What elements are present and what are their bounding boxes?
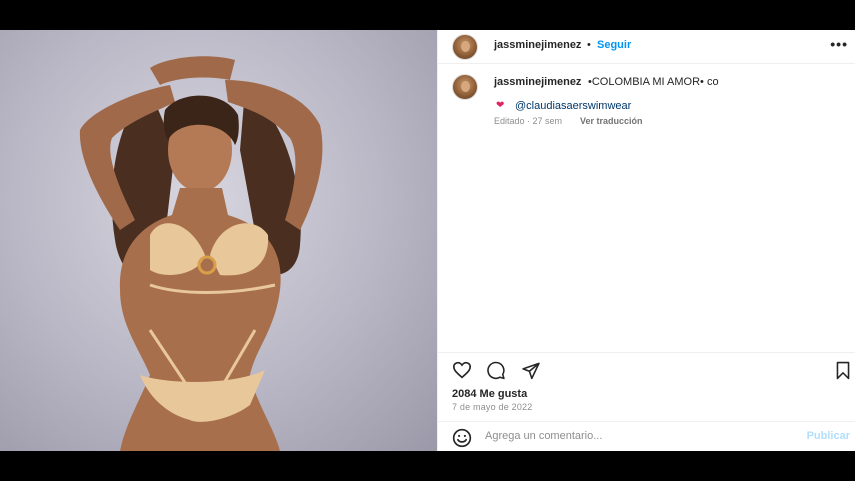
see-translation-link[interactable]: Ver traducción: [580, 116, 643, 126]
likes-count[interactable]: 2084 Me gusta: [452, 388, 527, 400]
caption-username-link[interactable]: jassminejimenez: [494, 76, 581, 88]
send-icon[interactable]: [521, 361, 541, 380]
comment-bar: Agrega un comentario... Publicar: [438, 421, 855, 451]
post-details-panel: jassminejimenez • Seguir ••• jassminejim…: [437, 30, 855, 451]
comment-icon[interactable]: [486, 361, 506, 380]
bookmark-icon[interactable]: [835, 361, 851, 380]
heart-icon[interactable]: [452, 361, 472, 379]
more-options-icon[interactable]: •••: [830, 36, 848, 52]
mention-link[interactable]: @claudiasaerswimwear: [515, 100, 631, 112]
post-modal: jassminejimenez • Seguir ••• jassminejim…: [0, 30, 855, 451]
caption-avatar[interactable]: [452, 74, 478, 100]
follow-button[interactable]: Seguir: [597, 39, 631, 51]
post-image[interactable]: [0, 30, 437, 451]
avatar[interactable]: [452, 34, 478, 60]
post-date: 7 de mayo de 2022: [452, 402, 533, 412]
edited-timestamp: Editado · 27 sem: [494, 116, 563, 126]
username-link[interactable]: jassminejimenez: [494, 39, 581, 51]
heart-emoji-icon: ❤: [496, 100, 505, 111]
actions-divider: [438, 352, 855, 354]
caption-text: •COLOMBIA MI AMOR• co: [588, 76, 719, 88]
emoji-icon[interactable]: [452, 428, 472, 448]
model-photo-illustration: [79, 56, 323, 451]
comment-input[interactable]: Agrega un comentario...: [485, 430, 602, 442]
post-header: jassminejimenez • Seguir •••: [438, 30, 855, 64]
separator-dot: •: [587, 39, 591, 51]
publish-button[interactable]: Publicar: [807, 430, 850, 442]
